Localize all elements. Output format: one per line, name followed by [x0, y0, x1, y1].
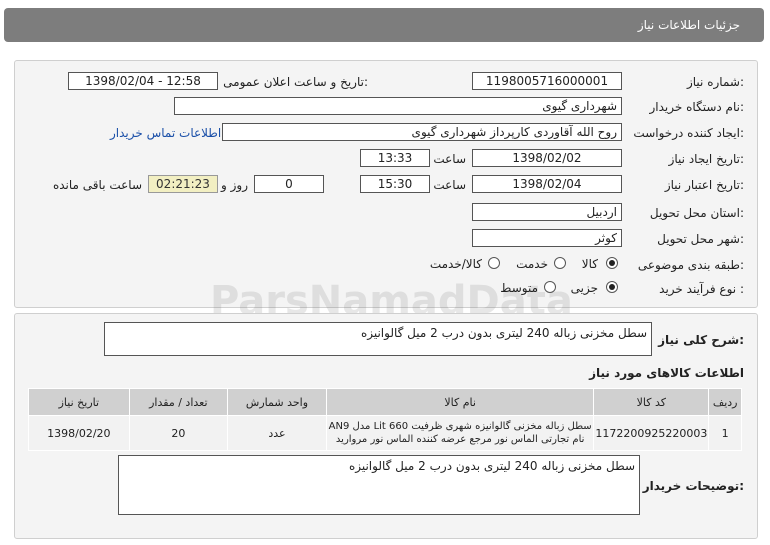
page-header: جزئیات اطلاعات نیاز [4, 8, 764, 42]
created-time-field: 13:33 [360, 149, 430, 167]
cell-code: 1172200925220003 [593, 415, 710, 451]
items-section-title: اطلاعات کالاهای مورد نیاز [589, 366, 744, 380]
validity-date-label: تاریخ اعتبار نیاز: [664, 178, 744, 192]
category-option-service: خدمت [516, 257, 548, 271]
buyer-notes-field: سطل مخزنی زباله 240 لیتری بدون درب 2 میل… [118, 455, 640, 515]
created-date-field: 1398/02/02 [472, 149, 622, 167]
process-radio-medium[interactable] [544, 281, 556, 293]
need-number-field: 1198005716000001 [472, 72, 622, 90]
need-summary-field: سطل مخزنی زباله 240 لیتری بدون درب 2 میل… [104, 322, 652, 356]
created-time-label: ساعت [433, 152, 466, 166]
category-label: طبقه بندی موضوعی: [637, 258, 744, 272]
city-field: کوثر [472, 229, 622, 247]
buyer-org-label: نام دستگاه خریدار: [649, 100, 745, 114]
announce-datetime-label: تاریخ و ساعت اعلان عمومی: [223, 75, 368, 89]
remaining-days-field: 0 [254, 175, 324, 193]
buyer-org-field: شهرداری گیوی [174, 97, 622, 115]
created-date-label: تاریخ ایجاد نیاز: [668, 152, 744, 166]
items-table-header: ردیف کد کالا نام کالا واحد شمارش تعداد /… [28, 388, 742, 416]
cell-date: 1398/02/20 [28, 415, 130, 451]
process-radio-minor[interactable] [606, 281, 618, 293]
cell-name-line1: سطل زباله مخزنی گالوانیزه شهری ظرفیت 660… [328, 421, 592, 432]
creator-label: ایجاد کننده درخواست: [633, 126, 744, 140]
col-code: کد کالا [593, 388, 710, 416]
col-unit: واحد شمارش [226, 388, 327, 416]
remaining-time-label: ساعت باقی مانده [52, 178, 142, 192]
buyer-notes-label: توضیحات خریدار: [642, 479, 744, 493]
col-qty: تعداد / مقدار [128, 388, 228, 416]
process-option-minor: جزیی [570, 281, 598, 295]
category-option-goods: کالا [581, 257, 598, 271]
process-option-medium: متوسط [500, 281, 538, 295]
col-row: ردیف [708, 388, 742, 416]
table-row: 1 1172200925220003 سطل زباله مخزنی گالوا… [28, 415, 742, 451]
col-name: نام کالا [325, 388, 595, 416]
province-field: اردبیل [472, 203, 622, 221]
day-and-label: روز و [221, 178, 248, 192]
announce-datetime-field: 1398/02/04 - 12:58 [68, 72, 218, 90]
process-label: نوع فرآیند خرید : [659, 282, 744, 296]
category-radio-service[interactable] [554, 257, 566, 269]
validity-time-label: ساعت [433, 178, 466, 192]
cell-unit: عدد [226, 415, 327, 451]
validity-date-field: 1398/02/04 [472, 175, 622, 193]
items-table: ردیف کد کالا نام کالا واحد شمارش تعداد /… [28, 388, 742, 451]
category-radio-goods-service[interactable] [488, 257, 500, 269]
cell-qty: 20 [128, 415, 228, 451]
validity-time-field: 15:30 [360, 175, 430, 193]
need-number-label: شماره نیاز: [686, 75, 744, 89]
city-label: شهر محل تحویل: [657, 232, 744, 246]
cell-name: سطل زباله مخزنی گالوانیزه شهری ظرفیت 660… [325, 415, 595, 451]
province-label: استان محل تحویل: [649, 206, 744, 220]
page-title: جزئیات اطلاعات نیاز [637, 18, 740, 32]
need-summary-label: شرح کلی نیاز: [658, 333, 744, 347]
cell-row: 1 [708, 415, 742, 451]
category-option-goods-service: کالا/خدمت [429, 257, 482, 271]
category-radio-goods[interactable] [606, 257, 618, 269]
buyer-contact-link[interactable]: اطلاعات تماس خریدار [110, 126, 221, 140]
creator-field: روح الله آقاوردی کارپرداز شهرداری گیوی [222, 123, 622, 141]
col-date: تاریخ نیاز [28, 388, 130, 416]
remaining-time-field: 02:21:23 [148, 175, 218, 193]
cell-name-line2: نام تجارتی الماس نور مرجع عرضه کننده الم… [335, 434, 585, 445]
